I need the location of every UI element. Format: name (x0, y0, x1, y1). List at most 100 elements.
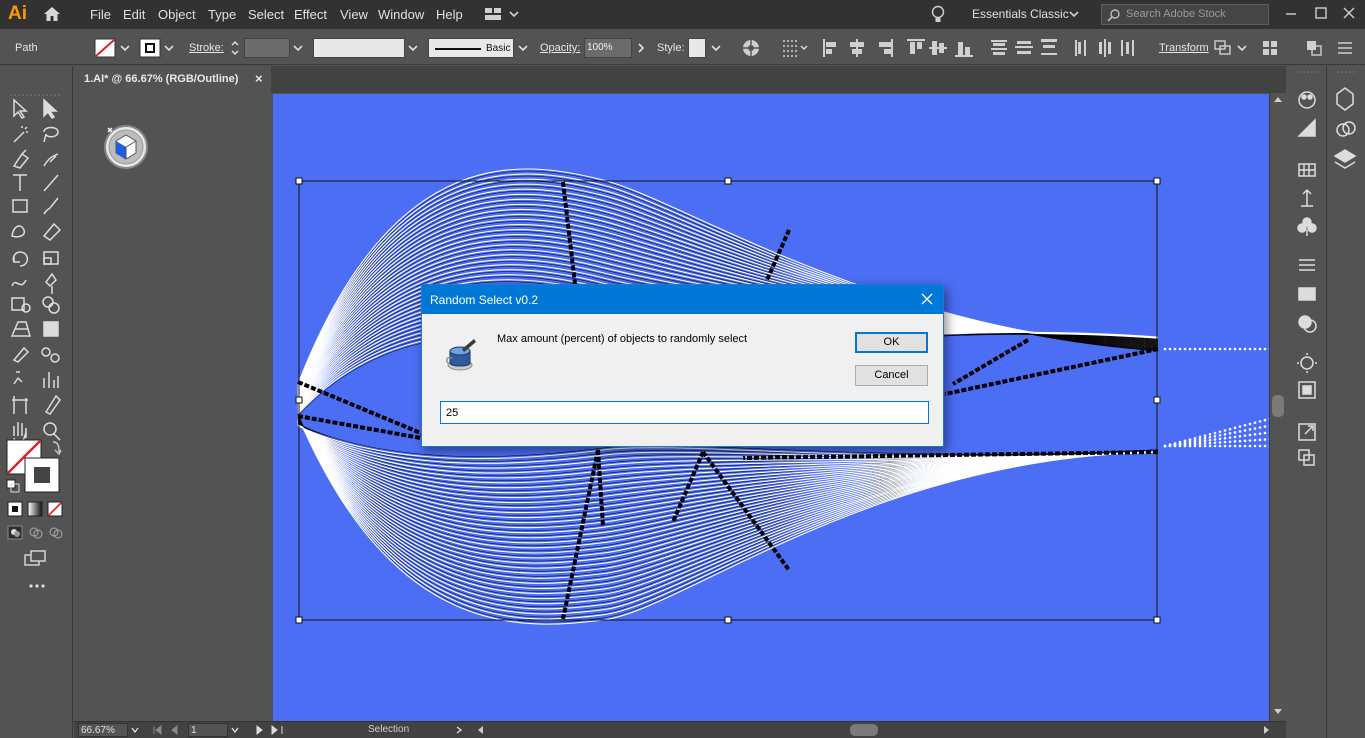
panel-icons[interactable] (1287, 66, 1365, 486)
lightbulb-icon[interactable] (930, 5, 946, 24)
arrange-documents-icon[interactable] (484, 7, 520, 21)
scroll-down-icon[interactable] (1273, 708, 1283, 716)
close-dialog-icon[interactable] (919, 291, 935, 307)
style-label: Style: (657, 42, 685, 54)
scroll-right-icon[interactable] (1261, 725, 1271, 735)
artwork-dot (1258, 432, 1262, 435)
scroll-up-icon[interactable] (1273, 95, 1283, 103)
chevron-down-icon[interactable] (130, 725, 140, 735)
menu-select[interactable]: Select (248, 7, 284, 22)
panel-menu-icon[interactable] (1335, 38, 1355, 58)
brush-definition[interactable]: Basic (428, 38, 514, 58)
artwork-dot (1238, 434, 1242, 438)
selection-handle (1153, 396, 1161, 404)
scroll-left-icon[interactable] (476, 725, 486, 735)
vertical-scrollbar[interactable] (1269, 93, 1286, 721)
chevron-down-icon[interactable] (406, 41, 420, 55)
artwork-dot (1248, 422, 1252, 426)
align-distribute-icons[interactable] (821, 37, 1141, 59)
zoom-level-field[interactable]: 66.67% (78, 723, 128, 737)
menu-type[interactable]: Type (208, 7, 236, 22)
vertical-scroll-thumb[interactable] (1272, 395, 1284, 417)
workspace-switcher[interactable]: Essentials Classic (972, 7, 1069, 21)
isolate-group-icon[interactable] (1213, 38, 1233, 58)
perspective-grid-widget[interactable] (102, 123, 150, 171)
stroke-weight-stepper[interactable] (229, 38, 241, 58)
opacity-input[interactable]: 100% (584, 38, 632, 58)
chevron-right-icon[interactable] (634, 41, 648, 55)
chevron-right-icon[interactable] (454, 725, 464, 735)
artwork-dot (1228, 432, 1232, 435)
artboard-number-field[interactable]: 1 (188, 723, 228, 737)
screen-mode-icon[interactable] (23, 549, 49, 567)
menu-window[interactable]: Window (378, 7, 424, 22)
artwork-dot (1203, 347, 1207, 351)
artwork-dot (1243, 439, 1247, 443)
maximize-icon[interactable] (1314, 6, 1328, 20)
menu-view[interactable]: View (340, 7, 368, 22)
stroke-swatch[interactable] (139, 38, 161, 58)
artwork-dot (1233, 435, 1237, 439)
artwork-dot (1223, 444, 1227, 448)
artwork-dot (1178, 440, 1182, 444)
chevron-down-icon[interactable] (1235, 41, 1249, 55)
graphic-style-swatch[interactable] (688, 38, 706, 58)
drawing-modes-icons[interactable] (6, 524, 66, 540)
chevron-down-icon[interactable] (118, 41, 132, 55)
artwork-dot (1243, 444, 1247, 448)
artwork-dot (1163, 347, 1167, 351)
edit-toolbar-icon[interactable] (27, 582, 47, 590)
pathfinder-icon[interactable] (1304, 38, 1324, 58)
default-fill-stroke-icon[interactable] (6, 479, 20, 493)
selection-handle (295, 396, 303, 404)
next-last-artboard-icons[interactable] (254, 725, 288, 735)
menu-edit[interactable]: Edit (123, 7, 145, 22)
artwork-dot (1233, 440, 1237, 443)
chevron-down-icon[interactable] (1068, 9, 1080, 19)
artwork-dot (1248, 433, 1252, 437)
fill-none-swatch[interactable] (94, 38, 116, 58)
chevron-down-icon[interactable] (709, 41, 723, 55)
artwork-dot (1248, 347, 1252, 351)
menu-effect[interactable]: Effect (294, 7, 327, 22)
menu-object[interactable]: Object (158, 7, 196, 22)
arrange-icon[interactable] (1260, 38, 1280, 58)
artwork-spoke (561, 181, 577, 285)
color-gradient-none-icons[interactable] (6, 501, 66, 517)
artwork-dot (1238, 439, 1242, 443)
dialog-titlebar[interactable]: Random Select v0.2 (422, 285, 943, 314)
chevron-down-icon[interactable] (291, 41, 305, 55)
artwork-dot (1213, 441, 1217, 445)
percent-input[interactable] (440, 401, 929, 424)
selection-handle (295, 616, 303, 624)
close-window-icon[interactable] (1342, 6, 1356, 20)
menu-file[interactable]: File (90, 7, 111, 22)
artwork-dot (1208, 347, 1212, 351)
first-prev-artboard-icons[interactable] (152, 725, 186, 735)
brush-stroke-preview (435, 48, 481, 50)
cancel-button[interactable]: Cancel (855, 365, 928, 386)
control-bar: Path Stroke: Basic Opacity: 100% Style: (0, 29, 1365, 65)
artwork-dot (1253, 438, 1257, 442)
opacity-label[interactable]: Opacity: (540, 42, 580, 54)
transform-label[interactable]: Transform (1159, 42, 1209, 54)
chevron-down-icon[interactable] (162, 41, 176, 55)
chevron-down-icon[interactable] (230, 725, 240, 735)
horizontal-scroll-thumb[interactable] (850, 724, 878, 736)
variable-width-profile[interactable] (313, 38, 405, 58)
ok-button[interactable]: OK (855, 332, 928, 353)
menu-help[interactable]: Help (436, 7, 463, 22)
stroke-label[interactable]: Stroke: (189, 42, 224, 54)
artwork-dot (1183, 439, 1187, 443)
dialog-title: Random Select v0.2 (430, 293, 539, 307)
recolor-artwork-icon[interactable] (741, 38, 761, 58)
search-adobe-stock[interactable]: Search Adobe Stock (1101, 4, 1269, 25)
close-tab-icon[interactable]: × (255, 71, 263, 86)
stroke-weight-input[interactable] (244, 38, 290, 58)
document-tab[interactable]: 1.AI* @ 66.67% (RGB/Outline) × (74, 66, 271, 93)
align-to-selection-icon[interactable] (781, 38, 809, 58)
home-icon[interactable] (42, 5, 62, 23)
artwork-dot (1208, 438, 1212, 442)
minimize-icon[interactable] (1284, 6, 1298, 20)
chevron-down-icon[interactable] (516, 41, 530, 55)
